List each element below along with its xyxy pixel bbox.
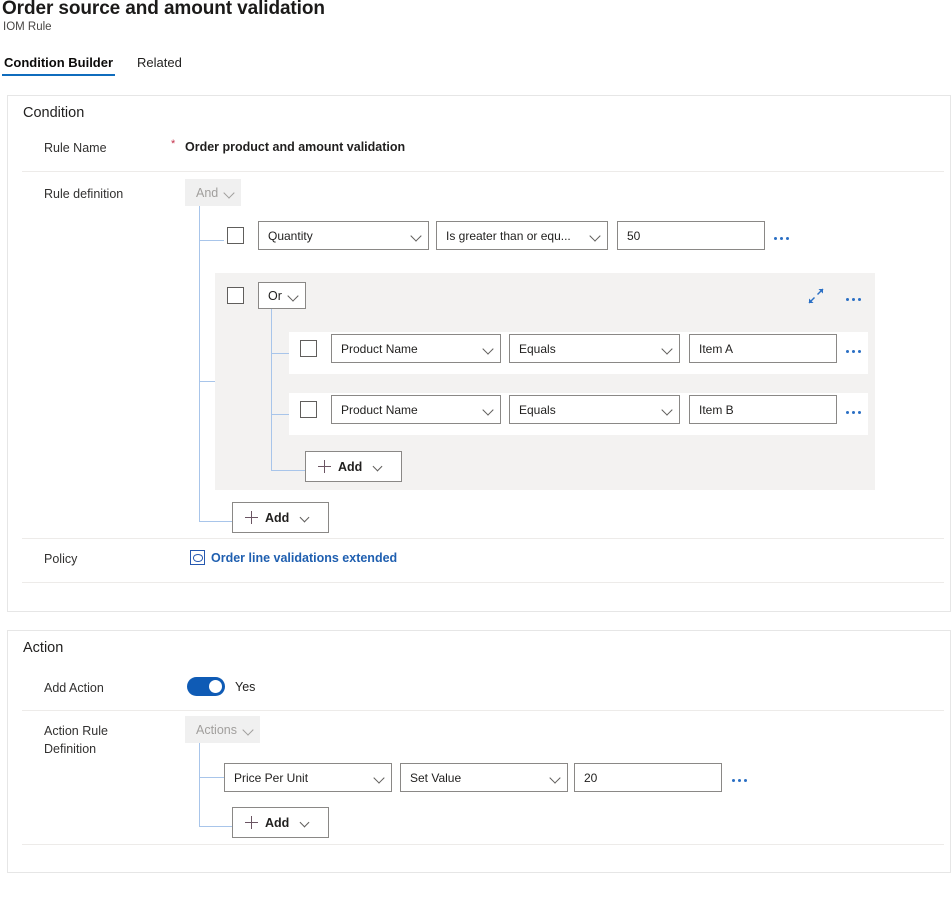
policy-icon — [190, 550, 205, 565]
value-input-product-a[interactable]: Item A — [689, 334, 837, 363]
action-value-input-value: 20 — [584, 770, 598, 785]
chevron-down-icon — [662, 404, 673, 415]
row-checkbox-product-a[interactable] — [300, 340, 317, 357]
toggle-knob — [209, 680, 222, 693]
chevron-down-icon — [483, 404, 494, 415]
rule-editor-page: Order source and amount validation IOM R… — [0, 0, 951, 897]
chevron-down-icon — [590, 230, 601, 241]
tree-branch-row1 — [199, 240, 224, 241]
action-value-input[interactable]: 20 — [574, 763, 722, 792]
chevron-down-icon — [374, 772, 385, 783]
group-more-menu-or[interactable] — [842, 289, 864, 309]
action-row-more-menu[interactable] — [728, 770, 750, 790]
value-input-quantity-value: 50 — [627, 228, 641, 243]
chevron-down-icon — [411, 230, 422, 241]
action-field-dropdown-value: Price Per Unit — [234, 770, 309, 785]
add-button-group-label: Add — [338, 459, 363, 474]
condition-card: Condition Rule Name * Order product and … — [7, 95, 951, 612]
action-rule-definition-label-line1: Action Rule — [44, 724, 108, 738]
divider-policy — [22, 582, 944, 583]
plus-icon — [245, 511, 258, 524]
operator-dropdown-product-a[interactable]: Equals — [509, 334, 680, 363]
collapse-group-icon[interactable] — [806, 286, 826, 306]
page-title: Order source and amount validation — [2, 0, 325, 19]
tree-branch-add — [199, 521, 232, 522]
group-operator-dropdown-or[interactable]: Or — [258, 282, 306, 309]
chevron-down-icon — [243, 724, 254, 735]
chevron-down-icon — [662, 343, 673, 354]
add-action-label: Add Action — [44, 681, 104, 695]
row-checkbox-quantity[interactable] — [227, 227, 244, 244]
tab-bar: Condition Builder Related — [2, 55, 184, 76]
value-input-product-b[interactable]: Item B — [689, 395, 837, 424]
action-section-title: Action — [23, 640, 64, 656]
add-button-root-label: Add — [265, 510, 290, 525]
group-checkbox-or[interactable] — [227, 287, 244, 304]
tree-trunk-root — [199, 206, 200, 522]
policy-label: Policy — [44, 552, 78, 566]
operator-dropdown-quantity[interactable]: Is greater than or equ... — [436, 221, 608, 250]
divider-action-rule — [22, 844, 944, 845]
tree-trunk-group — [271, 309, 272, 471]
action-rule-definition-label-line2: Definition — [44, 742, 97, 756]
value-input-product-b-value: Item B — [699, 402, 734, 417]
operator-dropdown-product-a-value: Equals — [519, 341, 556, 356]
chevron-down-icon — [483, 343, 494, 354]
page-subtitle: IOM Rule — [3, 21, 52, 33]
action-root-operator-dropdown[interactable]: Actions — [185, 716, 260, 743]
chevron-down-icon — [550, 772, 561, 783]
chevron-down-icon — [224, 187, 235, 198]
field-dropdown-product-a-value: Product Name — [341, 341, 418, 356]
tree-branch-action-row1 — [199, 777, 224, 778]
add-button-root[interactable]: Add — [232, 502, 329, 533]
rule-name-label: Rule Name — [44, 141, 107, 155]
rule-name-required-marker: * — [171, 138, 176, 150]
divider-rule-definition — [22, 538, 944, 539]
divider-rule-name — [22, 171, 944, 172]
action-operator-dropdown-value: Set Value — [410, 770, 462, 785]
row-more-menu-quantity[interactable] — [770, 228, 792, 248]
operator-dropdown-product-b[interactable]: Equals — [509, 395, 680, 424]
chevron-down-icon — [373, 461, 384, 472]
plus-icon — [245, 816, 258, 829]
action-operator-dropdown[interactable]: Set Value — [400, 763, 568, 792]
policy-link[interactable]: Order line validations extended — [211, 551, 397, 565]
divider-add-action — [22, 710, 944, 711]
tree-branch-action-add — [199, 826, 232, 827]
tab-condition-builder[interactable]: Condition Builder — [2, 55, 116, 76]
operator-dropdown-quantity-value: Is greater than or equ... — [446, 228, 571, 243]
add-action-toggle[interactable] — [187, 677, 225, 696]
group-operator-value: Or — [268, 288, 282, 303]
row-more-menu-product-a[interactable] — [842, 341, 864, 361]
rule-name-value[interactable]: Order product and amount validation — [185, 140, 405, 154]
action-root-operator-value: Actions — [196, 722, 237, 737]
chevron-down-icon — [300, 512, 311, 523]
add-button-action[interactable]: Add — [232, 807, 329, 838]
root-operator-dropdown[interactable]: And — [185, 179, 241, 206]
add-button-group[interactable]: Add — [305, 451, 402, 482]
row-more-menu-product-b[interactable] — [842, 402, 864, 422]
action-field-dropdown[interactable]: Price Per Unit — [224, 763, 392, 792]
value-input-product-a-value: Item A — [699, 341, 734, 356]
tree-branch-group-add — [271, 470, 305, 471]
tree-trunk-action — [199, 743, 200, 827]
chevron-down-icon — [288, 290, 299, 301]
operator-dropdown-product-b-value: Equals — [519, 402, 556, 417]
add-action-toggle-state: Yes — [235, 680, 256, 694]
field-dropdown-product-b[interactable]: Product Name — [331, 395, 501, 424]
add-button-action-label: Add — [265, 815, 290, 830]
field-dropdown-product-a[interactable]: Product Name — [331, 334, 501, 363]
action-card: Action Add Action Yes Action Rule Defini… — [7, 630, 951, 873]
root-operator-value: And — [196, 185, 219, 200]
chevron-down-icon — [300, 817, 311, 828]
tab-related[interactable]: Related — [135, 55, 184, 76]
row-checkbox-product-b[interactable] — [300, 401, 317, 418]
field-dropdown-quantity[interactable]: Quantity — [258, 221, 429, 250]
field-dropdown-product-b-value: Product Name — [341, 402, 418, 417]
condition-section-title: Condition — [23, 105, 85, 121]
rule-definition-label: Rule definition — [44, 187, 124, 201]
field-dropdown-quantity-value: Quantity — [268, 228, 313, 243]
plus-icon — [318, 460, 331, 473]
value-input-quantity[interactable]: 50 — [617, 221, 765, 250]
